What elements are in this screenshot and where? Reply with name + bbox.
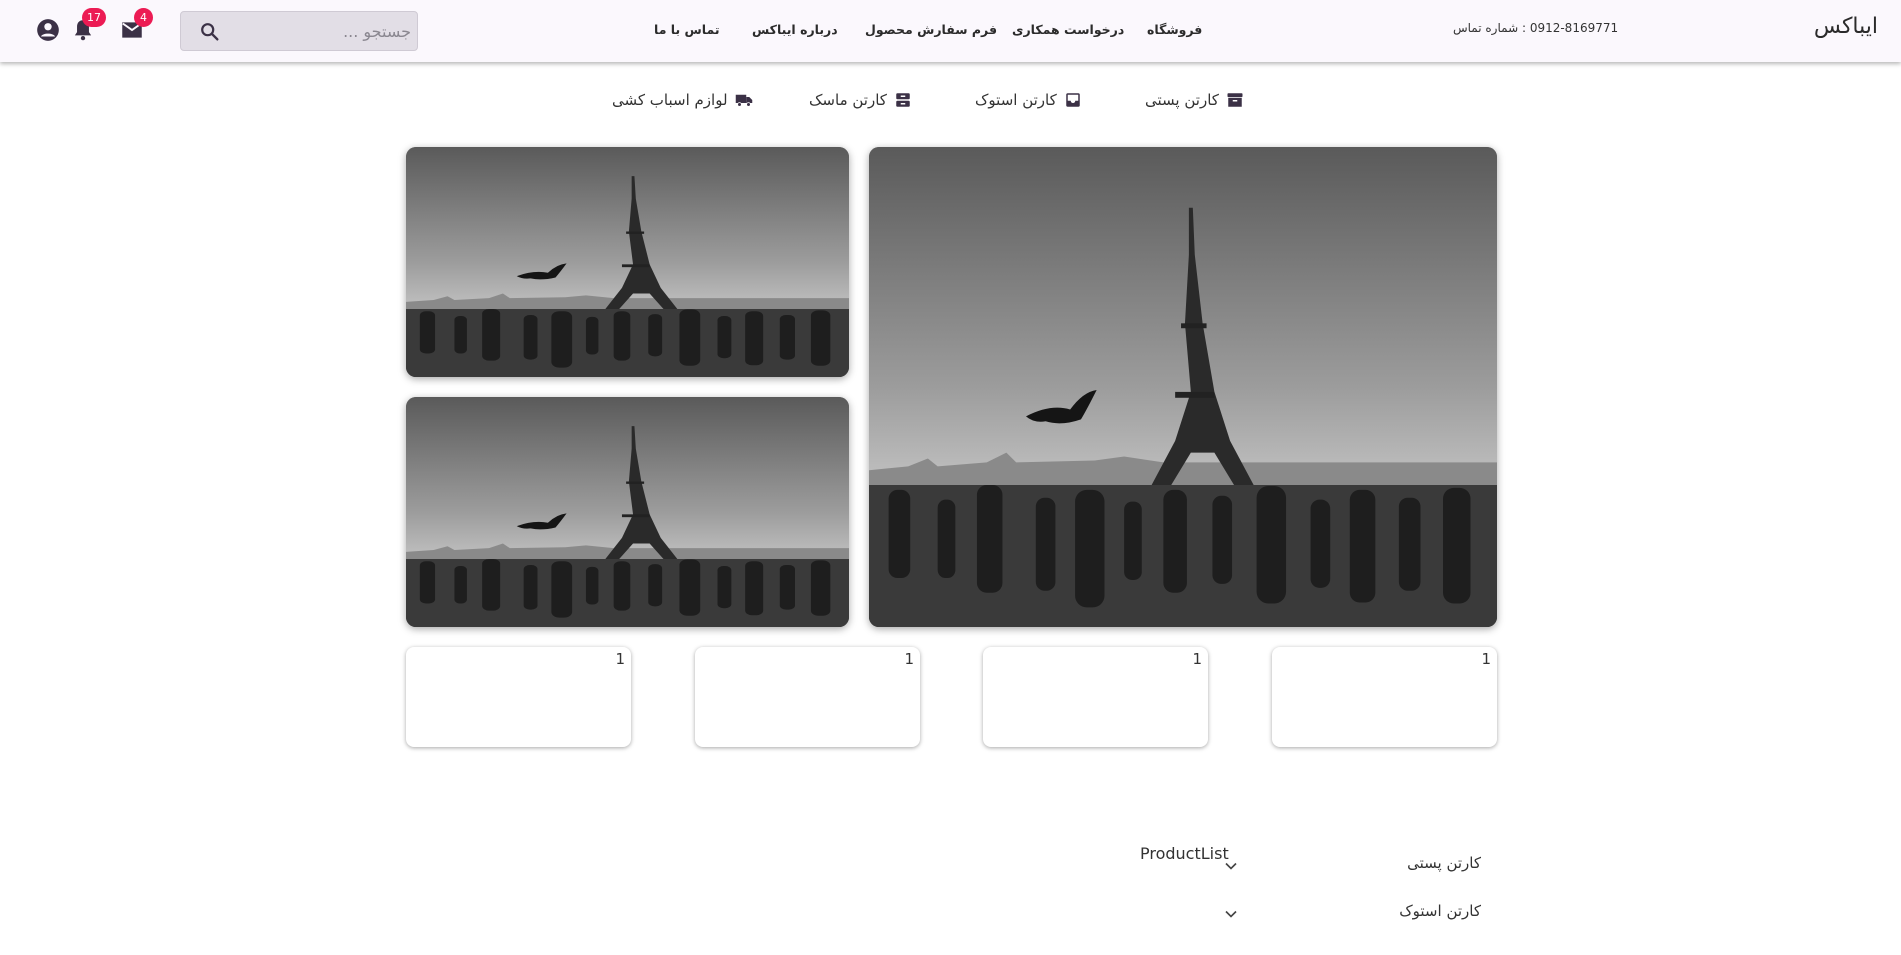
search-box [180, 11, 418, 51]
archive-icon [1227, 93, 1243, 107]
category-label: کارتن پستی [1145, 91, 1219, 109]
category-label: لوازم اسباب کشی [612, 91, 728, 109]
notifications-badge: 17 [82, 8, 106, 27]
hero-image-top[interactable] [406, 147, 849, 377]
category-moving-supplies[interactable]: لوازم اسباب کشی [612, 88, 753, 112]
nav-cooperation-request[interactable]: درخواست همکاری [1012, 22, 1124, 37]
eiffel-tower-photo [406, 397, 849, 627]
category-label: کارتن ماسک [809, 91, 887, 109]
top-app-bar: ایباکس 0912-8169771 : شماره تماس فروشگاه… [0, 0, 1901, 62]
category-stock-carton[interactable]: کارتن استوک [975, 88, 1082, 112]
accordion-label: کارتن استوک [1399, 902, 1481, 920]
product-card[interactable]: 1 [406, 647, 631, 747]
card-value: 1 [904, 650, 914, 668]
inbox-icon [1066, 93, 1080, 107]
card-value: 1 [1481, 650, 1491, 668]
category-postal-carton[interactable]: کارتن پستی [1145, 88, 1244, 112]
hero-image-bottom[interactable] [406, 397, 849, 627]
category-mask-carton[interactable]: کارتن ماسک [809, 88, 912, 112]
nav-shop[interactable]: فروشگاه [1147, 22, 1202, 37]
mail-badge: 4 [134, 8, 153, 27]
product-card[interactable]: 1 [1272, 647, 1497, 747]
card-value: 1 [1192, 650, 1202, 668]
hero-image-large[interactable] [869, 147, 1497, 627]
eiffel-tower-photo [869, 147, 1497, 627]
category-label: کارتن استوک [975, 91, 1057, 109]
accordion-postal-carton[interactable]: کارتن پستی [1221, 850, 1481, 880]
product-card[interactable]: 1 [695, 647, 920, 747]
nav-contact[interactable]: تماس با ما [654, 22, 720, 37]
nav-order-form[interactable]: فرم سفارش محصول [865, 22, 997, 37]
boxes-icon [896, 93, 910, 107]
product-card[interactable]: 1 [983, 647, 1208, 747]
brand-logo-text[interactable]: ایباکس [1814, 14, 1878, 39]
chevron-down-icon [1225, 910, 1237, 918]
truck-icon [735, 94, 752, 107]
search-icon[interactable] [199, 21, 221, 43]
search-input[interactable] [221, 12, 411, 50]
accordion-label: کارتن پستی [1407, 854, 1481, 872]
chevron-down-icon [1225, 862, 1237, 870]
accordion-stock-carton[interactable]: کارتن استوک [1221, 898, 1481, 928]
eiffel-tower-photo [406, 147, 849, 377]
card-value: 1 [615, 650, 625, 668]
product-list-title: ProductList [1140, 844, 1229, 863]
nav-about[interactable]: درباره ایباکس [752, 22, 838, 37]
account-icon[interactable] [35, 17, 61, 43]
contact-phone: 0912-8169771 : شماره تماس [1453, 21, 1619, 35]
